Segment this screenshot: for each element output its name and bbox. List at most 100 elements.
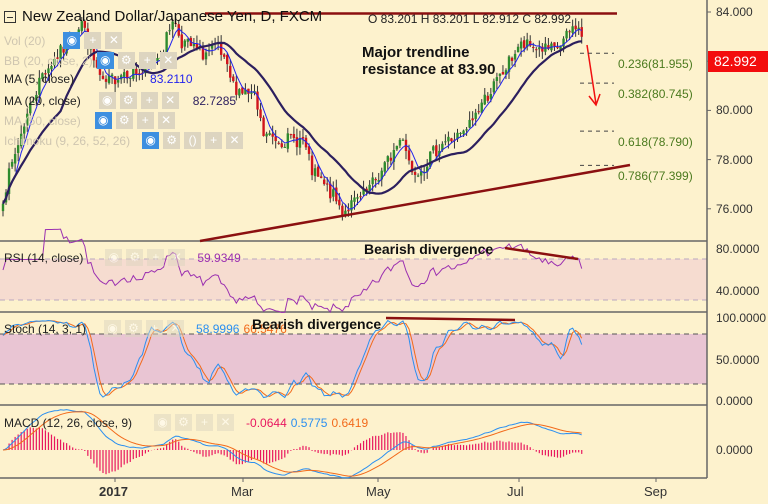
price-tick-label: 78.000 (716, 152, 753, 167)
candle-body (435, 145, 438, 157)
candle-body (168, 30, 171, 32)
candle-body (465, 129, 468, 131)
candle-body (416, 175, 420, 177)
gear-icon[interactable]: ⚙ (126, 249, 144, 266)
time-tick-label: 2017 (99, 484, 128, 499)
visibility-icon[interactable]: ◉ (98, 92, 116, 109)
add-icon[interactable]: + (196, 414, 214, 431)
candle-body (398, 139, 402, 146)
close-icon[interactable]: ✕ (226, 132, 244, 149)
candle-body (322, 179, 326, 185)
candle-body (568, 31, 571, 33)
legend-label: MA (5, close) (4, 72, 75, 86)
add-icon[interactable]: + (146, 320, 164, 337)
macd-signal-value: 0.6419 (331, 415, 369, 430)
stoch-k-value: 58.9996 (196, 321, 240, 336)
add-icon[interactable]: + (205, 132, 223, 149)
gear-icon[interactable]: ⚙ (125, 320, 143, 337)
candle-body (474, 112, 477, 119)
legend-bb[interactable]: BB (20, close, 2) ◉ ⚙ + ✕ (4, 52, 177, 69)
fib-label: 0.382(80.745) (618, 87, 693, 102)
stoch-tick-label: 100.0000 (716, 311, 767, 325)
candle-body (301, 137, 305, 139)
close-icon[interactable]: ✕ (157, 112, 175, 129)
candle-body (292, 133, 296, 138)
visibility-icon[interactable]: ◉ (63, 32, 81, 49)
candle-body (10, 161, 14, 167)
add-icon[interactable]: + (138, 52, 156, 69)
legend-macd[interactable]: MACD (12, 26, close, 9) ◉ ⚙ + ✕ -0.0644 0.5775… (4, 414, 368, 431)
legend-label: Vol (20) (4, 33, 46, 48)
macd-hist-value: -0.0644 (246, 415, 287, 430)
legend-ichimoku[interactable]: Ichimoku (9, 26, 52, 26) ◉ ⚙() + ✕ (4, 132, 244, 149)
visibility-icon[interactable]: ◉ (94, 112, 112, 129)
close-icon[interactable]: ✕ (217, 414, 235, 431)
candle-body (277, 142, 280, 144)
legend-stoch[interactable]: Stoch (14, 3, 1) ◉ ⚙ + ✕ 58.9996 66.5476 (4, 320, 287, 337)
close-icon[interactable]: ✕ (167, 320, 185, 337)
gear-icon[interactable]: ⚙ (115, 112, 133, 129)
candle-body (250, 92, 253, 94)
candle-body (386, 156, 390, 162)
gear-icon[interactable]: ⚙ (163, 132, 181, 149)
legend-label: MACD (12, 26, close, 9) (4, 415, 133, 430)
candle-body (359, 196, 362, 198)
candle-body (407, 150, 411, 161)
source-icon[interactable]: () (184, 132, 202, 149)
candle-body (486, 95, 489, 101)
candle-body (298, 138, 302, 148)
candle-body (286, 133, 290, 149)
candle-body (538, 47, 541, 50)
candle-body (13, 154, 17, 164)
ma20-value: 82.7285 (192, 93, 237, 108)
candle-body (329, 183, 332, 199)
candle-body (259, 109, 262, 118)
candle-body (383, 162, 386, 172)
legend-ma20[interactable]: MA (20, close) ◉ ⚙ + ✕ 82.7285 (4, 92, 236, 109)
candle-body (580, 27, 583, 37)
candle-body (495, 77, 499, 81)
candle-body (268, 133, 271, 135)
add-icon[interactable]: + (147, 249, 165, 266)
visibility-icon[interactable]: ◉ (154, 414, 172, 431)
visibility-icon[interactable]: ◉ (104, 320, 122, 337)
close-icon[interactable]: ✕ (161, 92, 179, 109)
legend-ma5[interactable]: MA (5, close) 83.2110 (4, 72, 193, 86)
gear-icon[interactable]: ⚙ (119, 92, 137, 109)
macd-tick-label: 0.0000 (716, 443, 753, 457)
legend-vol[interactable]: Vol (20) ◉ + ✕ (4, 32, 123, 49)
candle-body (492, 81, 496, 93)
close-icon[interactable]: ✕ (159, 52, 177, 69)
stoch-divergence-annotation: Bearish divergence (252, 316, 382, 332)
candle-body (229, 65, 232, 78)
visibility-icon[interactable]: ◉ (96, 52, 114, 69)
visibility-icon[interactable]: ◉ (105, 249, 123, 266)
candle-body (444, 141, 447, 143)
candle-body (313, 168, 317, 177)
collapse-icon[interactable] (4, 10, 16, 23)
gear-icon[interactable]: ⚙ (175, 414, 193, 431)
candle-body (413, 171, 417, 175)
add-icon[interactable]: + (136, 112, 154, 129)
candle-body (232, 76, 235, 82)
candle-body (326, 183, 329, 185)
add-icon[interactable]: + (84, 32, 102, 49)
candle-body (401, 139, 405, 141)
close-icon[interactable]: ✕ (105, 32, 123, 49)
candle-body (432, 146, 435, 151)
legend-label: Stoch (14, 3, 1) (4, 321, 87, 336)
candle-body (295, 137, 299, 148)
candle-body (571, 26, 574, 33)
legend-ma50[interactable]: MA (50, close) ◉ ⚙ + ✕ (4, 112, 175, 129)
candle-body (219, 42, 223, 55)
ma5-value: 83.2110 (150, 72, 193, 86)
legend-rsi[interactable]: RSI (14, close) ◉ ⚙ + ✕ 59.9349 (4, 249, 241, 266)
candle-body (204, 52, 208, 60)
visibility-icon[interactable]: ◉ (142, 132, 160, 149)
candle-body (498, 73, 502, 76)
candle-body (226, 54, 229, 65)
last-price-tag: 82.992 (708, 51, 768, 72)
close-icon[interactable]: ✕ (168, 249, 186, 266)
gear-icon[interactable]: ⚙ (117, 52, 135, 69)
add-icon[interactable]: + (140, 92, 158, 109)
